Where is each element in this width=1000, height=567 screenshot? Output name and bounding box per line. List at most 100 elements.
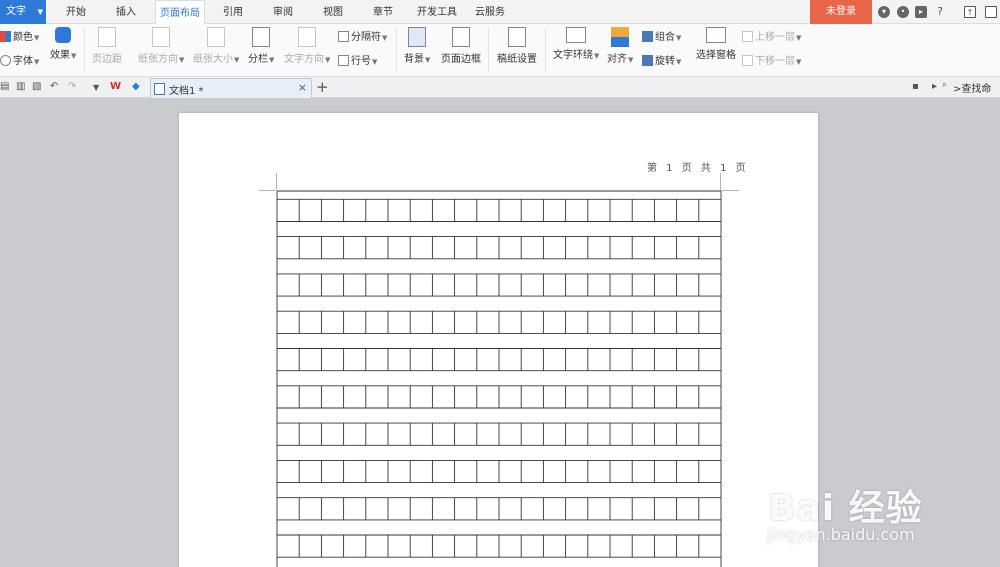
draft-paper-button[interactable]: 稿纸设置 — [497, 27, 537, 65]
minimize-ribbon-icon[interactable]: ↑ — [964, 6, 976, 18]
margins-label: 页边距 — [92, 54, 122, 65]
chevron-down-icon: ▼ — [676, 34, 682, 42]
flag-icon[interactable]: ▸ — [932, 81, 937, 92]
align-button[interactable]: 对齐▼ — [607, 27, 633, 65]
share-icon[interactable]: ▸ — [915, 6, 927, 18]
selection-pane-label: 选择窗格 — [696, 50, 736, 61]
send-backward-button[interactable]: 下移一层▼ — [742, 52, 801, 67]
separator — [396, 28, 397, 72]
wps-logo-icon[interactable]: W — [110, 81, 121, 92]
document-icon — [154, 83, 165, 95]
tab-review[interactable]: 审阅 — [266, 0, 300, 24]
columns-label: 分栏 — [248, 54, 268, 65]
breaks-icon — [338, 31, 349, 42]
chevron-down-icon: ▼ — [796, 58, 802, 66]
window-icon[interactable] — [985, 6, 997, 18]
theme-effects-button[interactable]: 效果▼ — [50, 27, 76, 61]
chevron-down-icon: ▼ — [382, 34, 388, 42]
theme-colors-button[interactable]: 颜色▼ — [0, 28, 39, 43]
page-borders-label: 页面边框 — [441, 54, 481, 65]
tab-references[interactable]: 引用 — [216, 0, 250, 24]
group-button[interactable]: 组合▼ — [642, 28, 681, 43]
document-workspace: 第 1 页 共 1 页 — [0, 98, 1000, 567]
send-backward-label: 下移一层 — [755, 56, 795, 67]
separator — [84, 28, 85, 72]
bring-forward-icon — [742, 31, 753, 42]
document-tab-label: 文档1 * — [169, 86, 204, 97]
draft-paper-grid — [276, 190, 722, 567]
redo-icon[interactable]: ↷ — [68, 81, 76, 92]
bring-forward-button[interactable]: 上移一层▼ — [742, 28, 801, 43]
close-icon[interactable]: × — [298, 81, 307, 94]
undo-icon[interactable]: ↶ — [50, 81, 58, 92]
crop-mark — [276, 173, 277, 190]
paper-size-label: 纸张大小 — [193, 54, 233, 65]
text-direction-label: 文字方向 — [284, 54, 324, 65]
tab-sections[interactable]: 章节 — [366, 0, 400, 24]
print-preview-icon[interactable]: ▥ — [16, 81, 25, 92]
tab-page-layout[interactable]: 页面布局 — [155, 0, 205, 25]
tab-home[interactable]: 开始 — [58, 0, 94, 24]
app-menu-label: 文字 — [6, 6, 26, 17]
cloud-docs-icon[interactable]: ◆ — [132, 81, 140, 92]
background-label: 背景 — [404, 54, 424, 65]
line-numbers-label: 行号 — [351, 56, 371, 67]
orientation-label: 纸张方向 — [138, 54, 178, 65]
separator — [488, 28, 489, 72]
theme-fonts-label: 字体 — [13, 56, 33, 67]
app-menu-button[interactable]: 文字 ▼ — [0, 0, 46, 24]
chevron-down-icon: ▼ — [796, 34, 802, 42]
page-borders-icon — [452, 27, 470, 47]
rotate-button[interactable]: 旋转▼ — [642, 52, 681, 67]
crop-mark — [720, 173, 721, 190]
theme-effects-label: 效果 — [50, 50, 70, 61]
new-tab-icon[interactable]: + — [316, 78, 329, 96]
skin-icon[interactable]: ▾ — [878, 6, 890, 18]
chevron-down-icon: ▼ — [628, 56, 634, 64]
theme-fonts-button[interactable]: 字体▼ — [0, 52, 39, 67]
columns-icon — [252, 27, 271, 47]
chevron-down-icon: ▼ — [325, 56, 331, 64]
print-icon[interactable]: ▤ — [0, 81, 9, 92]
line-numbers-button[interactable]: 行号▼ — [338, 52, 377, 67]
quick-access-dropdown-icon[interactable]: ▼ — [93, 83, 99, 92]
font-icon — [0, 55, 11, 66]
help-icon[interactable]: ? — [934, 6, 946, 18]
paper-size-icon — [207, 27, 226, 47]
rotate-label: 旋转 — [655, 56, 675, 67]
chevron-down-icon: ▼ — [676, 58, 682, 66]
draft-paper-icon — [508, 27, 526, 47]
document-page[interactable]: 第 1 页 共 1 页 — [179, 113, 818, 567]
page-header-text: 第 1 页 共 1 页 — [647, 163, 749, 174]
crop-mark — [259, 190, 276, 191]
search-icon[interactable]: ⌕ — [942, 80, 947, 90]
tab-document1[interactable]: 文档1 * × — [150, 78, 312, 98]
comment-icon[interactable]: ▪ — [912, 81, 919, 92]
chevron-down-icon: ▼ — [234, 56, 240, 64]
text-wrap-label: 文字环绕 — [553, 50, 593, 61]
export-pdf-icon[interactable]: ▧ — [32, 81, 41, 92]
text-wrap-button[interactable]: 文字环绕▼ — [553, 27, 599, 61]
breaks-label: 分隔符 — [351, 32, 381, 43]
margins-button[interactable]: 页边距 — [92, 27, 122, 65]
page-borders-button[interactable]: 页面边框 — [441, 27, 481, 65]
columns-button[interactable]: 分栏▼ — [248, 27, 274, 65]
paper-size-button[interactable]: 纸张大小▼ — [193, 27, 239, 65]
chevron-down-icon: ▼ — [425, 56, 431, 64]
chevron-down-icon: ▼ — [34, 58, 40, 66]
background-button[interactable]: 背景▼ — [404, 27, 430, 65]
chevron-down-icon: ▼ — [37, 8, 43, 16]
settings-icon[interactable]: • — [897, 6, 909, 18]
menu-bar: 文字 ▼ 开始 插入 页面布局 引用 审阅 视图 章节 开发工具 云服务 未登录… — [0, 0, 1000, 25]
selection-pane-button[interactable]: 选择窗格 — [696, 27, 736, 61]
orientation-button[interactable]: 纸张方向▼ — [138, 27, 184, 65]
text-direction-button[interactable]: 文字方向▼ — [284, 27, 330, 65]
theme-colors-label: 颜色 — [13, 32, 33, 43]
find-command-input[interactable]: >查找命 — [953, 80, 991, 95]
tab-developer[interactable]: 开发工具 — [414, 0, 460, 24]
tab-insert[interactable]: 插入 — [108, 0, 144, 24]
login-button[interactable]: 未登录 — [810, 0, 872, 24]
breaks-button[interactable]: 分隔符▼ — [338, 28, 387, 43]
tab-view[interactable]: 视图 — [316, 0, 350, 24]
tab-cloud[interactable]: 云服务 — [472, 0, 508, 24]
